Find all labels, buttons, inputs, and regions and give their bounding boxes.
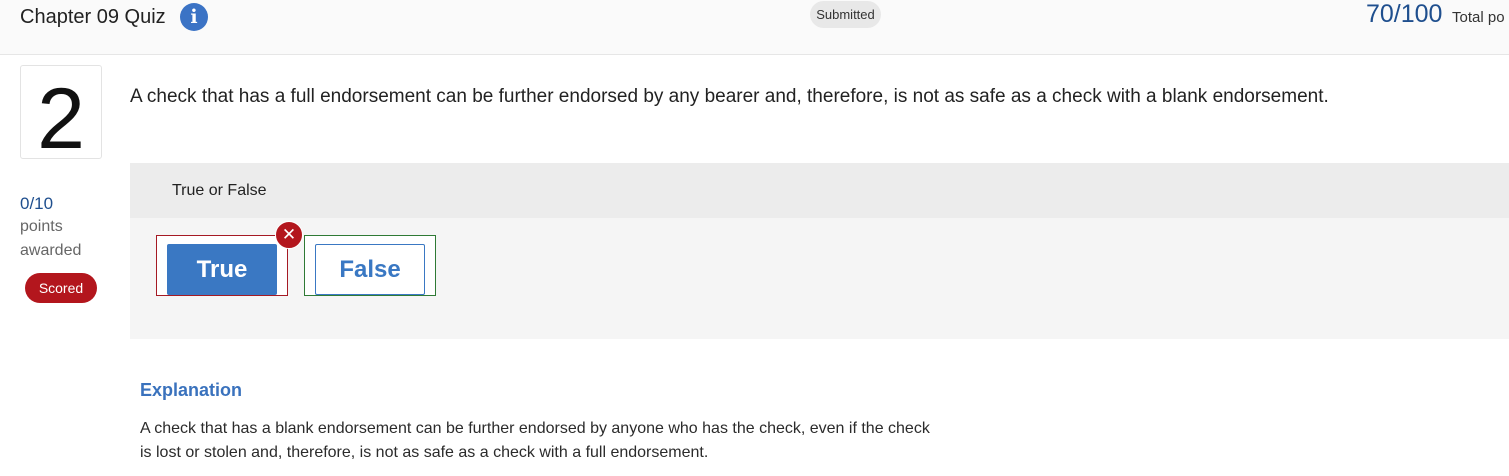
quiz-title: Chapter 09 Quiz — [20, 6, 166, 28]
awarded-label: awarded — [20, 242, 82, 259]
explanation-text: A check that has a blank endorsement can… — [140, 417, 1070, 465]
status-badge: Submitted — [810, 1, 881, 28]
points-label: points — [20, 218, 63, 235]
explanation-line: is lost or stolen and, therefore, is not… — [140, 444, 709, 461]
question-number: 2 — [37, 71, 85, 167]
choice-true-frame: True — [156, 235, 288, 296]
info-icon[interactable]: i — [180, 3, 208, 31]
choice-false-frame: False — [304, 235, 436, 296]
explanation-title: Explanation — [140, 380, 243, 400]
total-points-label: Total po — [1452, 9, 1505, 26]
choice-false-button[interactable]: False — [315, 244, 425, 295]
total-score: 70/100 — [1366, 0, 1443, 28]
scored-badge: Scored — [25, 273, 97, 303]
points-value: 0/10 — [20, 194, 54, 213]
explanation-line: A check that has a blank endorsement can… — [140, 420, 930, 437]
quiz-header: Chapter 09 Quiz i Submitted 70/100 Total… — [0, 0, 1509, 55]
question-text: A check that has a full endorsement can … — [130, 86, 1329, 107]
answer-panel-header: True or False — [130, 163, 1509, 218]
question-number-box: 2 — [20, 65, 102, 167]
choice-true-button[interactable]: True — [167, 244, 277, 295]
x-circle-icon: ✕ — [275, 221, 303, 249]
answer-type-label: True or False — [172, 182, 267, 199]
